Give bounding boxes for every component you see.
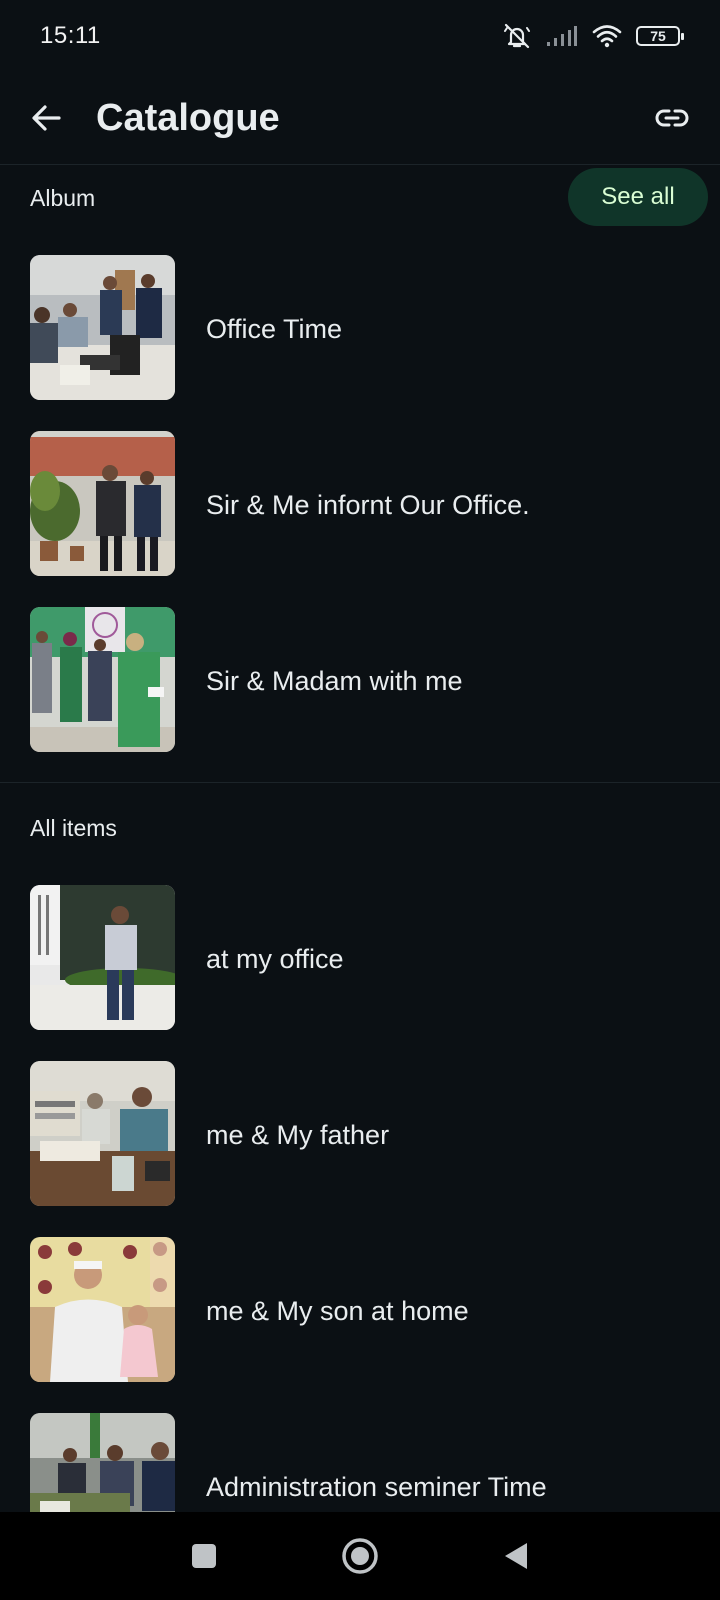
circle-icon <box>342 1538 378 1574</box>
triangle-back-icon <box>505 1543 527 1569</box>
all-items-heading: All items <box>30 815 117 841</box>
bell-off-icon <box>502 22 532 50</box>
catalogue-item[interactable]: me & My son at home <box>0 1224 720 1400</box>
back-button[interactable] <box>22 94 70 142</box>
signal-icon <box>546 25 578 47</box>
arrow-back-icon <box>32 105 61 131</box>
catalogue-item-label: at my office <box>206 944 344 974</box>
battery-icon: 75 <box>636 26 684 46</box>
catalogue-item[interactable]: me & My father <box>0 1048 720 1224</box>
album-item[interactable]: Sir & Madam with me <box>0 594 720 770</box>
album-item[interactable]: Office Time <box>0 242 720 418</box>
album-item-label: Sir & Me infornt Our Office. <box>206 490 530 520</box>
catalogue-item-label: me & My son at home <box>206 1296 469 1326</box>
album-item-label: Office Time <box>206 314 343 344</box>
status-time: 15:11 <box>40 22 101 49</box>
system-back-button[interactable] <box>492 1532 540 1580</box>
item-thumbnail <box>30 1237 175 1382</box>
album-item-label: Sir & Madam with me <box>206 666 463 696</box>
status-icons: 75 <box>502 20 684 52</box>
catalogue-item-label: me & My father <box>206 1120 390 1150</box>
share-link-button[interactable] <box>648 94 696 142</box>
album-heading: Album <box>30 185 96 211</box>
album-item[interactable]: Sir & Me infornt Our Office. <box>0 418 720 594</box>
link-icon <box>655 109 689 127</box>
catalogue-item[interactable]: at my office <box>0 872 720 1048</box>
item-thumbnail <box>30 1061 175 1206</box>
album-thumbnail <box>30 607 175 752</box>
system-nav-bar <box>0 1512 720 1600</box>
square-icon <box>192 1544 216 1568</box>
item-thumbnail <box>30 885 175 1030</box>
section-divider <box>0 782 720 783</box>
status-bar: 15:11 75 <box>0 0 720 72</box>
album-thumbnail <box>30 431 175 576</box>
wifi-icon <box>592 24 622 48</box>
page-title: Catalogue <box>96 97 280 139</box>
app-bar: Catalogue <box>0 72 720 165</box>
recents-button[interactable] <box>180 1532 228 1580</box>
catalogue-item-label: Administration seminer Time <box>206 1472 547 1502</box>
see-all-button[interactable]: See all <box>568 168 708 226</box>
album-thumbnail <box>30 255 175 400</box>
home-button[interactable] <box>336 1532 384 1580</box>
